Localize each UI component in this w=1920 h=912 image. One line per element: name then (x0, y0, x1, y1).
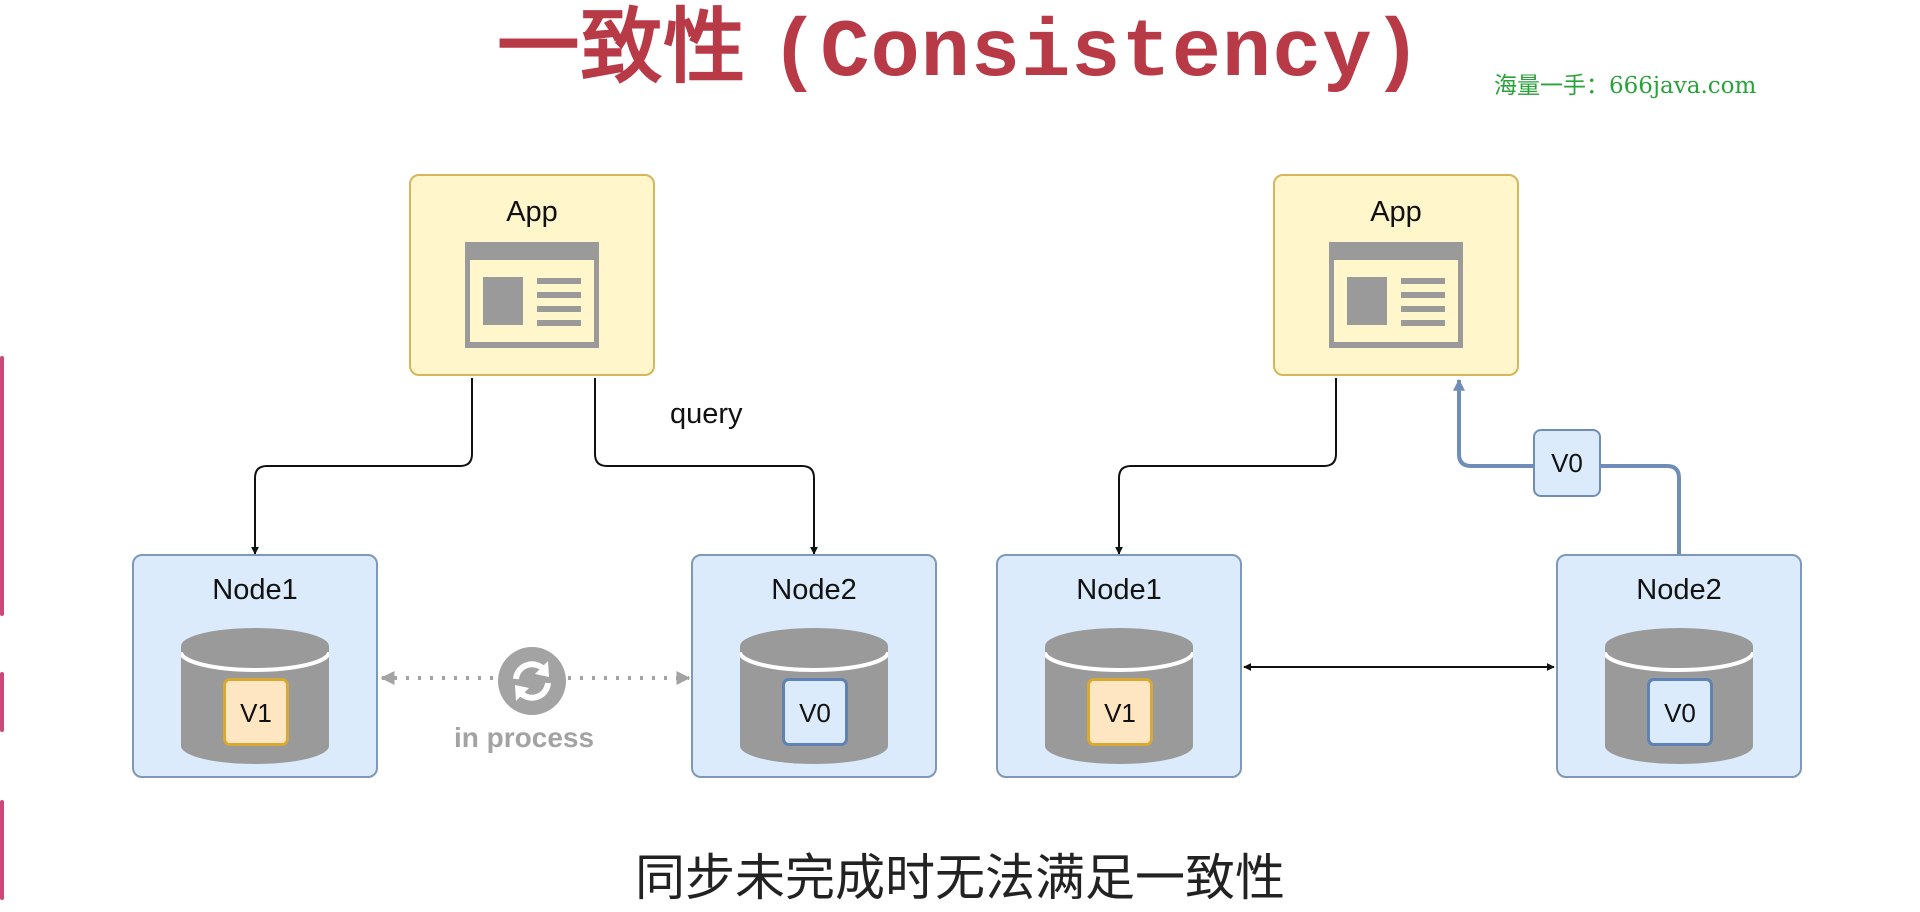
version-badge: V0 (782, 678, 848, 746)
in-process-label: in process (454, 722, 595, 753)
node2-box-right: Node2 V0 (1556, 554, 1802, 778)
node-label: Node1 (212, 574, 298, 606)
returned-value-tag: V0 (1533, 429, 1601, 497)
app-label: App (506, 196, 558, 228)
app-box-left: App (409, 174, 655, 376)
node2-box-left: Node2 V0 (691, 554, 937, 778)
version-badge: V1 (1087, 678, 1153, 746)
query-label: query (670, 398, 743, 430)
app-box-right: App (1273, 174, 1519, 376)
version-badge: V0 (1647, 678, 1713, 746)
arrow-app-to-node1-left (251, 378, 473, 555)
node-label: Node2 (1636, 574, 1722, 606)
window-icon (1329, 242, 1463, 348)
version-badge: V1 (223, 678, 289, 746)
node1-box-right: Node1 V1 (996, 554, 1242, 778)
sync-icon (498, 647, 566, 715)
caption: 同步未完成时无法满足一致性 (635, 849, 1285, 907)
arrow-app-to-node1-right (1115, 378, 1337, 555)
app-label: App (1370, 196, 1422, 228)
window-icon (465, 242, 599, 348)
slide: 一致性 (Consistency) 海量一手：666java.com App q… (0, 0, 1920, 912)
node-label: Node2 (771, 574, 857, 606)
node-label: Node1 (1076, 574, 1162, 606)
node1-box-left: Node1 V1 (132, 554, 378, 778)
